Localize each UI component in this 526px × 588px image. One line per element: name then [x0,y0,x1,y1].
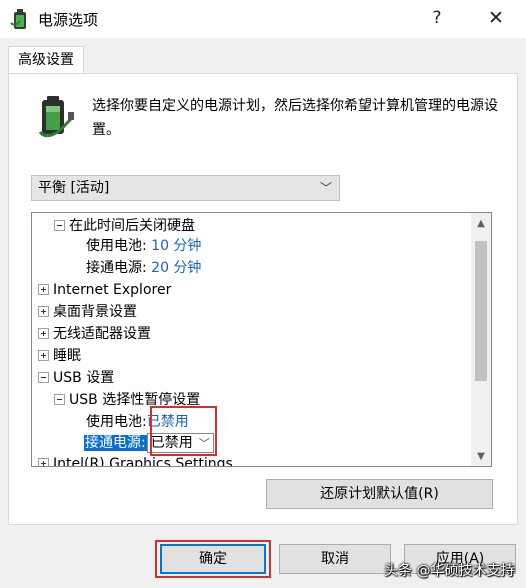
scroll-down-icon[interactable]: ▼ [471,448,491,466]
tree-item-hard-disk-off[interactable]: 在此时间后关闭硬盘 [54,215,195,237]
scroll-thumb[interactable] [475,241,487,381]
collapse-icon[interactable] [54,219,65,231]
plan-description: 选择你要自定义的电源计划，然后选择你希望计算机管理的电源设置。 [92,98,498,138]
tree-item-internet-explorer[interactable]: Internet Explorer [38,279,171,301]
power-options-dialog: 电源选项 ? ✕ 高级设置 选择你要自定义的电源计划，然后选择你希望计算机管理的… [0,0,526,588]
tree-item-disk-battery[interactable]: 使用电池: 10 分钟 [86,235,201,257]
close-button[interactable]: ✕ [482,4,510,32]
settings-tree[interactable]: 在此时间后关闭硬盘 使用电池: 10 分钟 接通电源: 20 分钟 Intern… [31,212,492,467]
cancel-button[interactable]: 取消 [279,544,391,574]
collapse-icon[interactable] [38,371,49,383]
power-battery-icon [10,9,26,29]
expand-icon[interactable] [38,327,49,339]
power-plan-select[interactable]: 平衡 [活动] ﹀ [31,175,340,201]
highlight-box-usb-values [150,406,217,456]
expand-icon[interactable] [38,349,49,361]
watermark: 头条 @华硕技术支持 [384,563,515,579]
help-button[interactable]: ? [425,5,449,31]
expand-icon[interactable] [38,305,49,317]
title-bar: 电源选项 ? ✕ [0,0,526,38]
collapse-icon[interactable] [54,393,65,405]
disk-battery-value[interactable]: 10 分钟 [151,238,201,254]
tree-item-usb-settings[interactable]: USB 设置 [38,367,114,389]
tree-item-wireless-adapter[interactable]: 无线适配器设置 [38,323,151,345]
scroll-up-icon[interactable]: ▲ [471,215,491,233]
disk-plugged-value[interactable]: 20 分钟 [151,260,201,276]
tab-advanced-settings[interactable]: 高级设置 [8,46,84,74]
tree-item-desktop-background[interactable]: 桌面背景设置 [38,301,137,323]
chevron-down-icon: ﹀ [319,181,332,195]
usb-plugged-label: 接通电源: [84,435,147,451]
restore-defaults-button[interactable]: 还原计划默认值(R) [266,479,493,509]
power-plan-value: 平衡 [活动] [38,180,110,196]
expand-icon[interactable] [38,457,49,466]
window-title: 电源选项 [38,11,99,29]
tree-item-sleep[interactable]: 睡眠 [38,345,81,367]
battery-plug-icon [38,96,74,138]
tree-scrollbar[interactable]: ▲ ▼ [471,213,491,466]
expand-icon[interactable] [38,283,49,295]
tree-item-disk-plugged[interactable]: 接通电源: 20 分钟 [86,257,201,279]
ok-button[interactable]: 确定 [160,544,266,574]
